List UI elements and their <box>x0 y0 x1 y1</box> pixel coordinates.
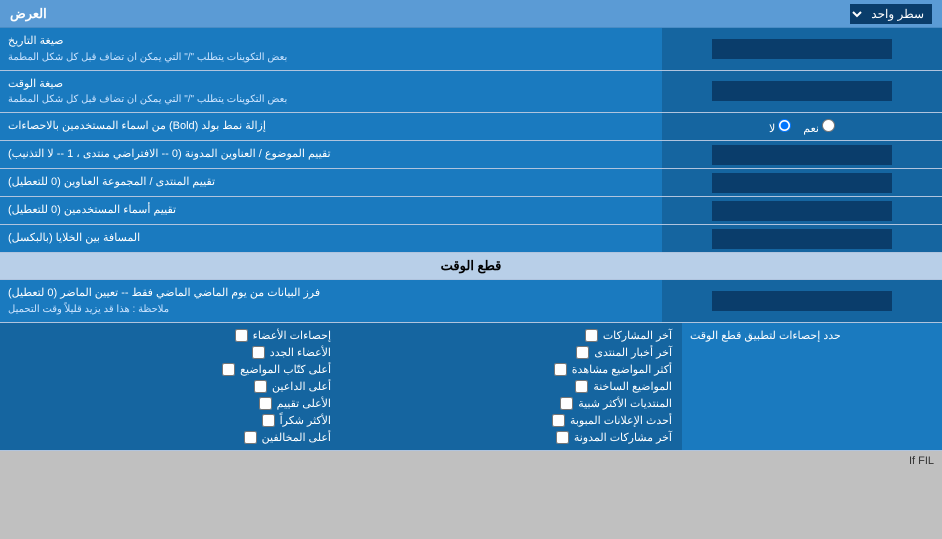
radio-no[interactable] <box>778 119 791 132</box>
gap-row: 2 المسافة بين الخلايا (بالبكسل) <box>0 225 942 253</box>
forum-sort-input[interactable]: 33 <box>712 173 892 193</box>
page-title: العرض <box>10 6 47 22</box>
cb-10[interactable] <box>222 363 235 376</box>
cb-item-12: الأعلى تقييم <box>10 397 331 410</box>
cb-9[interactable] <box>252 346 265 359</box>
cb-5[interactable] <box>560 397 573 410</box>
radio-yes[interactable] <box>822 119 835 132</box>
time-format-input[interactable]: H:i <box>712 81 892 101</box>
header-row: سطر واحد سطرين ثلاثة أسطر العرض <box>0 0 942 28</box>
cb-item-10: أعلى كتّاب المواضيع <box>10 363 331 376</box>
checkboxes-section: حدد إحصاءات لتطبيق قطع الوقت آخر المشارك… <box>0 323 942 451</box>
cutoff-input-cell[interactable]: 0 <box>662 280 942 322</box>
cb-item-13: الأكثر شكراً <box>10 414 331 427</box>
checkboxes-main-label: حدد إحصاءات لتطبيق قطع الوقت <box>682 323 942 450</box>
cb-1[interactable] <box>585 329 598 342</box>
bold-radio-group: نعم لا <box>769 119 835 135</box>
time-format-input-cell[interactable]: H:i <box>662 71 942 113</box>
cb-4[interactable] <box>575 380 588 393</box>
display-select-wrapper[interactable]: سطر واحد سطرين ثلاثة أسطر <box>850 4 932 24</box>
cb-item-11: أعلى الداعين <box>10 380 331 393</box>
gap-input[interactable]: 2 <box>712 229 892 249</box>
cb-item-14: أعلى المخالفين <box>10 431 331 444</box>
cb-item-4: المواضيع الساخنة <box>351 380 672 393</box>
bold-remove-input-cell: نعم لا <box>662 113 942 140</box>
user-sort-row: 0 تقييم أسماء المستخدمين (0 للتعطيل) <box>0 197 942 225</box>
gap-input-cell[interactable]: 2 <box>662 225 942 252</box>
cutoff-input[interactable]: 0 <box>712 291 892 311</box>
cb-item-9: الأعضاء الجدد <box>10 346 331 359</box>
cb-14[interactable] <box>244 431 257 444</box>
cb-2[interactable] <box>576 346 589 359</box>
footer: If FIL <box>0 451 942 471</box>
forum-sort-row: 33 تقييم المنتدى / المجموعة العناوين (0 … <box>0 169 942 197</box>
user-sort-input-cell[interactable]: 0 <box>662 197 942 224</box>
checkbox-col-1: آخر المشاركات آخر أخبار المنتدى أكثر الم… <box>341 323 682 450</box>
cb-item-5: المنتديات الأكثر شبية <box>351 397 672 410</box>
cb-12[interactable] <box>259 397 272 410</box>
cb-item-2: آخر أخبار المنتدى <box>351 346 672 359</box>
date-format-row: d-m صيغة التاريخ بعض التكوينات يتطلب "/"… <box>0 28 942 71</box>
radio-yes-label[interactable]: نعم <box>803 119 835 135</box>
bold-remove-row: نعم لا إزالة نمط بولد (Bold) من اسماء ال… <box>0 113 942 141</box>
user-sort-label: تقييم أسماء المستخدمين (0 للتعطيل) <box>0 197 662 224</box>
cb-item-3: أكثر المواضيع مشاهدة <box>351 363 672 376</box>
cutoff-section-title: قطع الوقت <box>0 253 942 279</box>
cb-13[interactable] <box>262 414 275 427</box>
bold-remove-label: إزالة نمط بولد (Bold) من اسماء المستخدمي… <box>0 113 662 140</box>
footer-text: If FIL <box>909 455 934 467</box>
time-format-label: صيغة الوقت بعض التكوينات يتطلب "/" التي … <box>0 71 662 113</box>
cb-item-7: آخر مشاركات المدونة <box>351 431 672 444</box>
radio-no-label[interactable]: لا <box>769 119 791 135</box>
user-sort-input[interactable]: 0 <box>712 201 892 221</box>
topic-sort-label: تقييم الموضوع / العناوين المدونة (0 -- ا… <box>0 141 662 168</box>
gap-label: المسافة بين الخلايا (بالبكسل) <box>0 225 662 252</box>
cutoff-label: فرز البيانات من يوم الماضي الماضي فقط --… <box>0 280 662 322</box>
cb-item-6: أحدث الإعلانات المبوبة <box>351 414 672 427</box>
checkbox-col-2: إحصاءات الأعضاء الأعضاء الجدد أعلى كتّاب… <box>0 323 341 450</box>
cutoff-section-header-row: قطع الوقت <box>0 253 942 280</box>
display-select[interactable]: سطر واحد سطرين ثلاثة أسطر <box>850 4 932 24</box>
topic-sort-row: 33 تقييم الموضوع / العناوين المدونة (0 -… <box>0 141 942 169</box>
date-format-input[interactable]: d-m <box>712 39 892 59</box>
cb-7[interactable] <box>556 431 569 444</box>
cb-item-8: إحصاءات الأعضاء <box>10 329 331 342</box>
time-format-row: H:i صيغة الوقت بعض التكوينات يتطلب "/" ا… <box>0 71 942 114</box>
topic-sort-input-cell[interactable]: 33 <box>662 141 942 168</box>
date-format-input-cell[interactable]: d-m <box>662 28 942 70</box>
cb-8[interactable] <box>235 329 248 342</box>
date-format-label: صيغة التاريخ بعض التكوينات يتطلب "/" الت… <box>0 28 662 70</box>
topic-sort-input[interactable]: 33 <box>712 145 892 165</box>
cb-item-1: آخر المشاركات <box>351 329 672 342</box>
cb-11[interactable] <box>254 380 267 393</box>
cutoff-value-row: 0 فرز البيانات من يوم الماضي الماضي فقط … <box>0 280 942 323</box>
cb-6[interactable] <box>552 414 565 427</box>
cb-3[interactable] <box>554 363 567 376</box>
forum-sort-label: تقييم المنتدى / المجموعة العناوين (0 للت… <box>0 169 662 196</box>
forum-sort-input-cell[interactable]: 33 <box>662 169 942 196</box>
